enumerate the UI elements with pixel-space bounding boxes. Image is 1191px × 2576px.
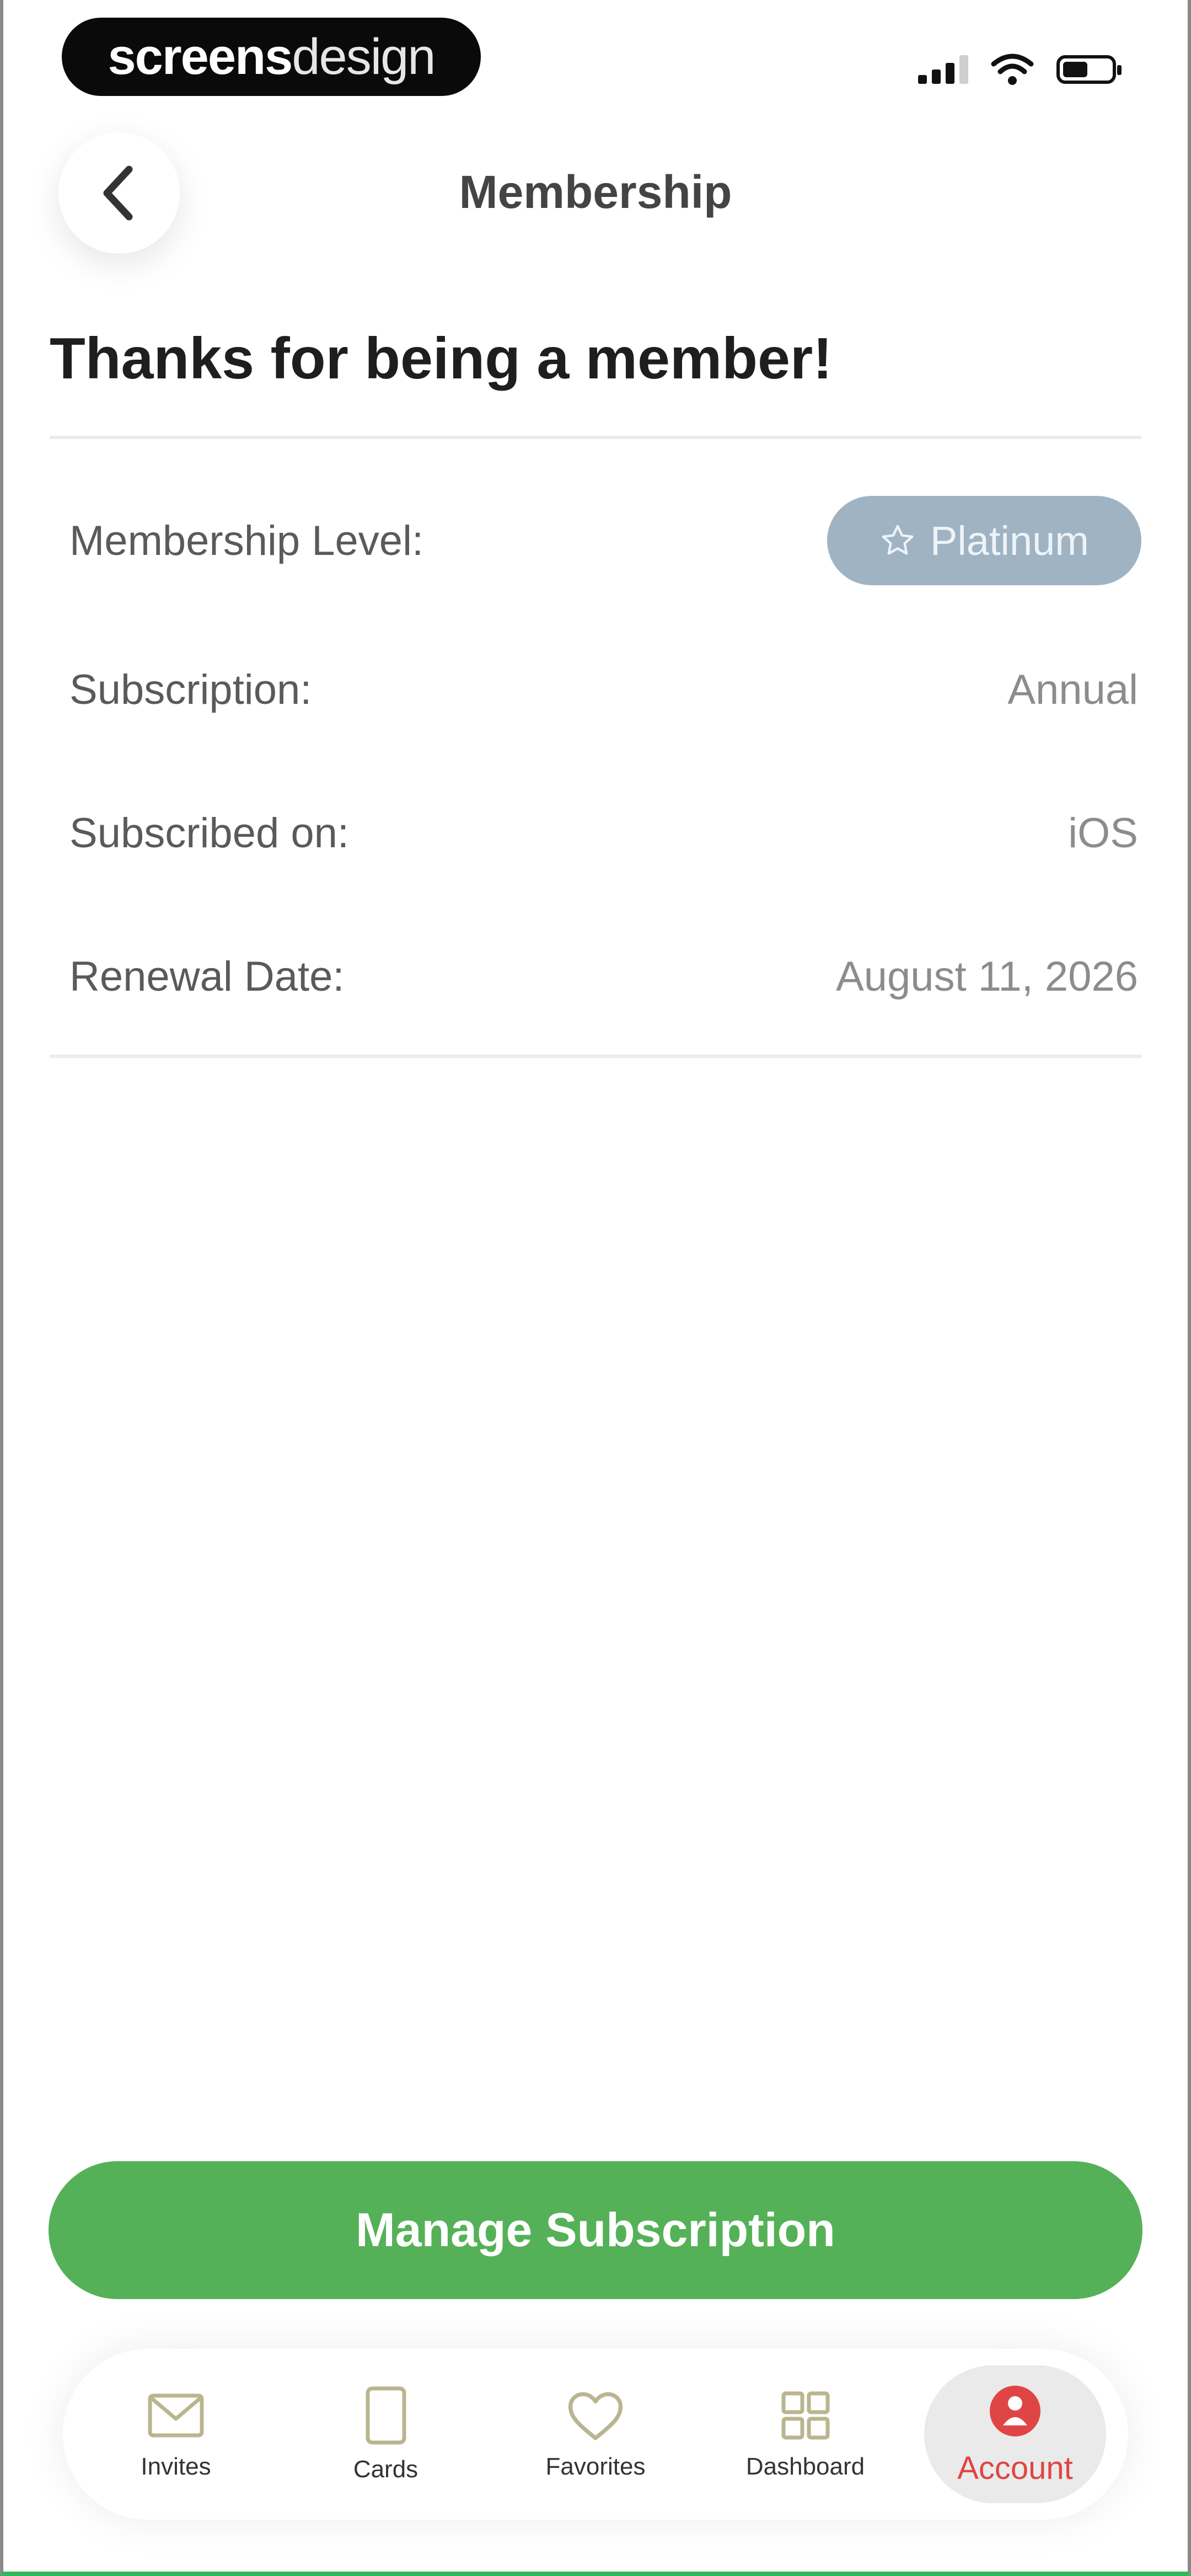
- membership-level-row: Membership Level: Platinum: [69, 496, 1141, 585]
- tab-favorites-label: Favorites: [545, 2453, 646, 2480]
- cellular-signal-icon: [918, 55, 968, 84]
- wifi-icon: [991, 54, 1034, 85]
- tab-cards[interactable]: Cards: [295, 2365, 477, 2503]
- membership-level-label: Membership Level:: [69, 517, 424, 564]
- tab-invites-label: Invites: [141, 2453, 211, 2480]
- membership-level-value: Platinum: [930, 517, 1089, 564]
- subscribed-on-value: iOS: [1068, 809, 1138, 857]
- thanks-headline: Thanks for being a member!: [50, 326, 833, 391]
- battery-icon: [1056, 55, 1122, 84]
- subscription-label: Subscription:: [69, 666, 312, 713]
- tab-account[interactable]: Account: [924, 2365, 1106, 2503]
- account-icon: [990, 2385, 1040, 2436]
- tab-favorites[interactable]: Favorites: [505, 2365, 686, 2503]
- watermark-bold: screens: [108, 28, 293, 85]
- star-icon: [882, 525, 914, 555]
- manage-subscription-button[interactable]: Manage Subscription: [49, 2161, 1142, 2299]
- tab-dashboard[interactable]: Dashboard: [715, 2365, 897, 2503]
- subscription-value: Annual: [1007, 666, 1138, 713]
- screensdesign-watermark: screens design: [62, 18, 481, 96]
- tab-account-label: Account: [957, 2450, 1073, 2486]
- page-title: Membership: [459, 166, 732, 218]
- status-icons: [918, 47, 1122, 92]
- subscribed-on-label: Subscribed on:: [69, 809, 349, 857]
- tab-cards-label: Cards: [353, 2456, 419, 2483]
- watermark-light: design: [292, 28, 436, 85]
- tab-dashboard-label: Dashboard: [745, 2453, 865, 2480]
- tab-invites[interactable]: Invites: [85, 2365, 267, 2503]
- bottom-tab-bar: Invites Cards Favorites Dashboard Accoun…: [63, 2349, 1128, 2520]
- renewal-date-value: August 11, 2026: [836, 953, 1138, 1000]
- heart-icon: [568, 2392, 623, 2440]
- grid-icon: [781, 2391, 829, 2440]
- membership-level-badge: Platinum: [827, 496, 1141, 585]
- renewal-date-label: Renewal Date:: [69, 953, 345, 1000]
- mail-icon: [148, 2393, 204, 2438]
- subscribed-on-row: Subscribed on: iOS: [69, 794, 1138, 872]
- card-icon: [366, 2386, 406, 2445]
- bottom-divider: [50, 1055, 1141, 1058]
- top-divider: [50, 436, 1141, 439]
- renewal-date-row: Renewal Date: August 11, 2026: [69, 938, 1138, 1015]
- subscription-row: Subscription: Annual: [69, 651, 1138, 728]
- phone-screen: screens design Membership Thanks for bein…: [0, 0, 1191, 2576]
